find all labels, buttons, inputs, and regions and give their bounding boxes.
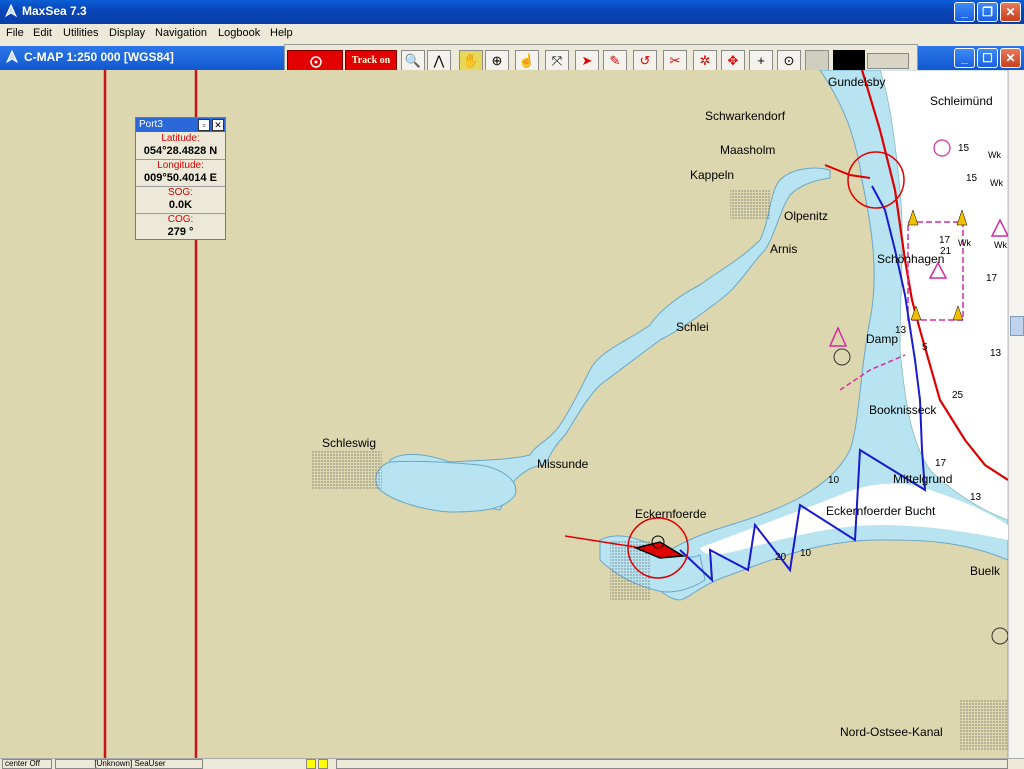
place-schwarkendorf: Schwarkendorf	[705, 109, 786, 123]
depth-label: 17	[986, 273, 998, 284]
depth-label: 13	[990, 348, 1002, 359]
wreck-label: Wk	[990, 178, 1003, 188]
place-eckernfoerder-bucht: Eckernfoerder Bucht	[826, 504, 936, 518]
light-mark-buelk	[991, 627, 1008, 645]
sog-value: 0.0K	[168, 199, 193, 211]
rotate-icon[interactable]: ↺	[633, 50, 657, 72]
compass-divider-icon[interactable]: ⋀	[427, 50, 451, 72]
light-mark-damp	[833, 348, 851, 366]
schlei-lake	[375, 460, 517, 513]
restore-button[interactable]: ❐	[977, 2, 998, 22]
sog-label: SOG:	[167, 187, 193, 198]
place-olpenitz: Olpenitz	[784, 209, 829, 223]
minimize-button[interactable]: _	[954, 2, 975, 22]
place-kappeln: Kappeln	[690, 168, 735, 182]
place-schoenhagen: Schönhagen	[877, 252, 945, 266]
cog-label: COG:	[167, 214, 194, 225]
menu-help[interactable]: Help	[270, 27, 293, 39]
latitude-value: 054°28.4828 N	[143, 145, 218, 157]
color-swatch[interactable]	[833, 50, 865, 72]
place-booknisseck: Booknisseck	[869, 403, 937, 417]
depth-label: 13	[970, 492, 982, 503]
depth-label: 5	[922, 342, 928, 353]
route-icon[interactable]: ⤧	[545, 50, 569, 72]
wreck-label: Wk	[988, 150, 1001, 160]
pan-hand-icon[interactable]: ✋	[459, 50, 483, 72]
port3-minimize-button[interactable]: ▫	[198, 119, 210, 131]
chart-close-button[interactable]: ✕	[1000, 48, 1021, 68]
place-arnis: Arnis	[770, 242, 798, 256]
chart-title: C-MAP 1:250 000 [WGS84]	[24, 50, 174, 64]
latitude-label: Latitude:	[161, 133, 200, 144]
depth-label: 21	[940, 246, 952, 257]
place-damp: Damp	[866, 332, 899, 346]
menu-navigation[interactable]: Navigation	[155, 27, 207, 39]
place-nord-ostsee-kanal: Nord-Ostsee-Kanal	[840, 725, 943, 739]
menu-bar: File Edit Utilities Display Navigation L…	[0, 24, 1024, 43]
hand-select-icon[interactable]: ☝	[515, 50, 539, 72]
cog-value: 279 °	[167, 226, 194, 238]
pointer-arrow-icon[interactable]: ➤	[575, 50, 599, 72]
menu-file[interactable]: File	[6, 27, 24, 39]
longitude-label: Longitude:	[157, 160, 204, 171]
window-toggle-icon[interactable]	[867, 53, 909, 69]
blank-tool-button[interactable]	[805, 50, 829, 72]
menu-edit[interactable]: Edit	[33, 27, 52, 39]
chart-icon	[5, 50, 19, 64]
crosshair-icon[interactable]: ⊕	[485, 50, 509, 72]
compass-rose-mark	[933, 139, 951, 157]
place-schleswig: Schleswig	[322, 436, 377, 450]
zoom-icon[interactable]: 🔍	[401, 50, 425, 72]
maxsea-logo-icon	[4, 4, 18, 18]
depth-label: 13	[895, 325, 907, 336]
chart-minimize-button[interactable]: _	[954, 48, 975, 68]
scissors-icon[interactable]: ✂	[663, 50, 687, 72]
close-button[interactable]: ✕	[1000, 2, 1021, 22]
center-target-icon[interactable]: ⊙	[777, 50, 801, 72]
menu-logbook[interactable]: Logbook	[218, 27, 260, 39]
app-title-bar: MaxSea 7.3 _ ❐ ✕	[0, 0, 1024, 24]
depth-label: 17	[939, 235, 951, 246]
pencil-icon[interactable]: ✎	[603, 50, 627, 72]
wreck-label: Wk	[958, 238, 971, 248]
place-schlei: Schlei	[676, 320, 709, 334]
port3-close-button[interactable]: ✕	[212, 119, 224, 131]
place-missunde: Missunde	[537, 457, 589, 471]
place-maasholm: Maasholm	[720, 143, 776, 157]
place-mittelgrund: Mittelgrund	[893, 472, 953, 486]
plus-icon[interactable]: +	[749, 50, 773, 72]
depth-label: 25	[952, 390, 964, 401]
depth-label: 10	[828, 475, 840, 486]
vertical-scrollbar[interactable]	[1008, 70, 1024, 758]
wreck-label: Wk	[994, 240, 1007, 250]
record-button[interactable]	[287, 50, 343, 72]
depth-label: 10	[800, 548, 812, 559]
track-on-button[interactable]: Track on	[345, 50, 397, 72]
app-title: MaxSea 7.3	[22, 4, 87, 18]
depth-label: 15	[958, 143, 970, 154]
menu-utilities[interactable]: Utilities	[63, 27, 98, 39]
move-arrows-icon[interactable]: ✥	[721, 50, 745, 72]
target-move-icon[interactable]: ✲	[693, 50, 717, 72]
place-buelk: Buelk	[970, 564, 1001, 578]
depth-label: 17	[935, 458, 947, 469]
scrollbar-thumb[interactable]	[1010, 316, 1024, 336]
longitude-value: 009°50.4014 E	[144, 172, 217, 184]
depth-label: 20	[775, 552, 787, 563]
status-bar: center Off [Unknown] SeaUser	[0, 758, 1024, 769]
chart-maximize-button[interactable]: ☐	[977, 48, 998, 68]
place-eckernfoerde: Eckernfoerde	[635, 507, 707, 521]
port3-instrument-panel[interactable]: Port3 ▫ ✕ Latitude: 054°28.4828 N Longit…	[135, 117, 226, 240]
menu-display[interactable]: Display	[109, 27, 145, 39]
place-gundelsby: Gundelsby	[828, 75, 886, 89]
depth-label: 15	[966, 173, 978, 184]
place-schleimuende: Schleimünd	[930, 94, 993, 108]
